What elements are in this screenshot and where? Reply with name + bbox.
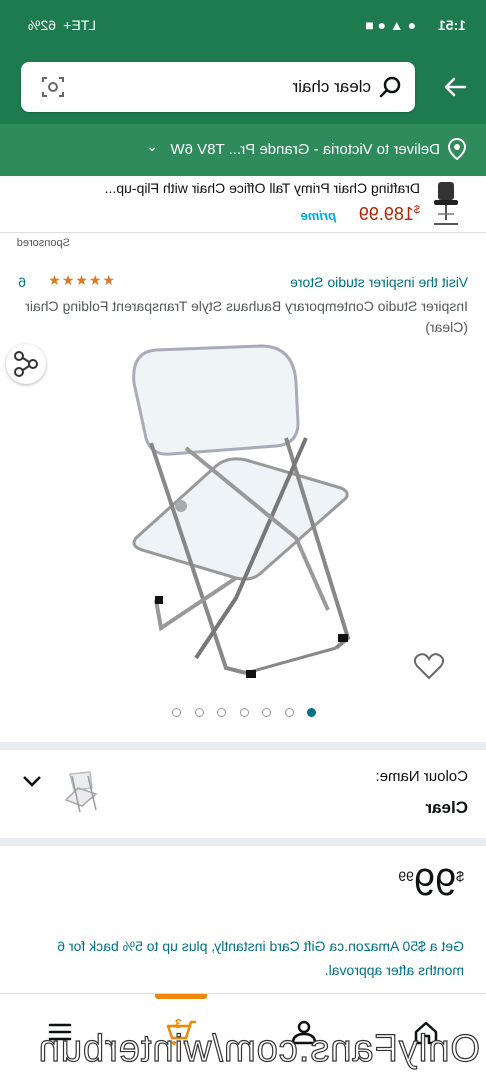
carousel-dot[interactable] xyxy=(217,708,226,717)
active-tab-indicator xyxy=(155,994,207,999)
mirrored-screen: 1:51 ● ▲ ● ■ LTE+ 62% clear chair Delive… xyxy=(0,0,486,1079)
carousel-dot[interactable] xyxy=(172,708,181,717)
carousel-dot[interactable] xyxy=(285,708,294,717)
banner-price: $189.99 xyxy=(359,204,420,225)
carousel-dot[interactable] xyxy=(195,708,204,717)
store-link[interactable]: Visit the inspirer studio Store xyxy=(290,274,468,290)
office-chair-thumbnail xyxy=(426,180,466,228)
status-time: 1:51 xyxy=(437,17,466,33)
colour-thumbnail[interactable] xyxy=(62,768,100,814)
carousel-dot[interactable] xyxy=(262,708,271,717)
chevron-down-icon: ⌄ xyxy=(146,138,158,154)
notification-icons: ● ▲ ● ■ xyxy=(365,17,416,33)
heart-wishlist-icon[interactable] xyxy=(413,652,445,680)
section-divider xyxy=(0,838,486,846)
status-battery: 62% xyxy=(27,17,56,33)
banner-price-value: 189.99 xyxy=(358,204,414,224)
price-symbol: $ xyxy=(456,868,464,884)
rating-count[interactable]: 6 xyxy=(18,274,26,290)
search-icon[interactable] xyxy=(379,76,401,103)
chevron-down-icon[interactable] xyxy=(22,774,42,793)
watermark-text: OnlyFans.com/winterbun xyxy=(37,1027,480,1070)
location-pin-icon xyxy=(447,137,467,164)
colour-label: Colour Name: xyxy=(375,768,468,785)
section-divider xyxy=(0,742,486,750)
colour-selector[interactable]: Colour Name: Clear xyxy=(0,750,486,838)
rating-stars-icon[interactable]: ★★★★★ xyxy=(47,272,115,289)
product-image-chair[interactable] xyxy=(126,338,356,683)
banner-product-title[interactable]: Drafting Chair Primy Tall Office Chair w… xyxy=(105,180,420,196)
delivery-bar[interactable]: Deliver to Victoria - Grande Pr... T8V 6… xyxy=(0,124,486,176)
product-title: Inspirer Studio Contemporary Bauhaus Sty… xyxy=(25,298,468,335)
banner-price-symbol: $ xyxy=(413,204,420,216)
price-whole: 99 xyxy=(413,862,457,904)
sponsored-label: Sponsored xyxy=(16,237,70,249)
image-carousel-dots[interactable] xyxy=(166,708,316,718)
delivery-text: Deliver to Victoria - Grande Pr... T8V 6… xyxy=(170,141,440,158)
status-bar: 1:51 ● ▲ ● ■ LTE+ 62% xyxy=(0,0,486,52)
colour-value: Clear xyxy=(425,798,468,817)
search-input[interactable]: clear chair xyxy=(293,77,371,97)
carousel-dot[interactable] xyxy=(307,708,316,717)
search-field[interactable]: clear chair xyxy=(21,62,415,112)
search-header: clear chair xyxy=(0,52,486,124)
prime-badge: prime xyxy=(300,208,336,223)
sponsored-banner[interactable]: Drafting Chair Primy Tall Office Chair w… xyxy=(0,176,486,233)
share-icon[interactable] xyxy=(6,344,46,384)
price-fraction: 99 xyxy=(398,868,414,884)
arrow-right-icon[interactable] xyxy=(442,74,468,100)
gift-card-promo[interactable]: Get a $50 Amazon.ca Gift Card instantly,… xyxy=(24,934,464,982)
carousel-dot[interactable] xyxy=(240,708,249,717)
price: $9999 xyxy=(398,862,464,912)
status-network: LTE+ xyxy=(63,17,96,33)
camera-scan-icon[interactable] xyxy=(41,75,65,104)
